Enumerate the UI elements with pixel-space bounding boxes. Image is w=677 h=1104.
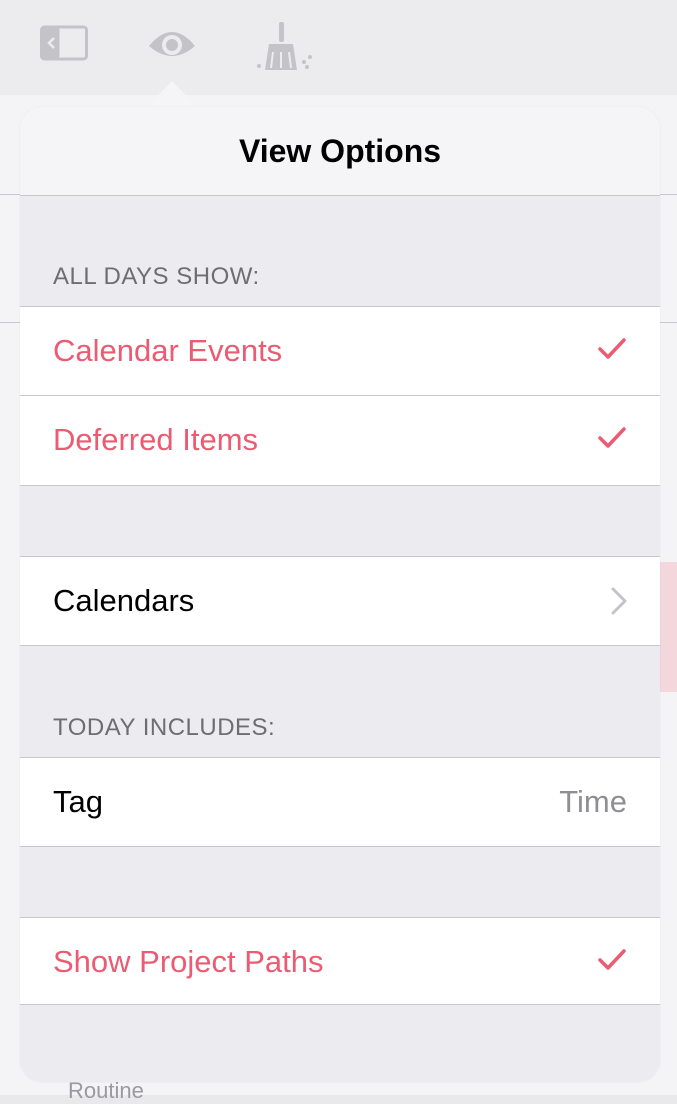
row-label: Deferred Items (53, 422, 259, 457)
row-show-project-paths[interactable]: Show Project Paths (20, 917, 660, 1005)
background-highlight (660, 562, 677, 692)
checkmark-icon (598, 426, 626, 455)
row-deferred-items[interactable]: Deferred Items (20, 395, 660, 486)
sidebar-toggle-icon[interactable] (40, 22, 88, 67)
popover-header: View Options (20, 107, 660, 196)
section-header-today-includes: TODAY INCLUDES: (53, 714, 276, 741)
view-options-popover: View Options ALL DAYS SHOW: Calendar Eve… (20, 107, 660, 1082)
row-tag[interactable]: Tag Time (20, 757, 660, 847)
row-label: Calendar Events (53, 333, 283, 368)
row-label: Show Project Paths (53, 944, 324, 979)
popover-title: View Options (238, 133, 442, 169)
row-label: Tag (53, 784, 103, 819)
eye-icon[interactable] (147, 22, 197, 67)
row-calendar-events[interactable]: Calendar Events (20, 306, 660, 396)
checkmark-icon (598, 337, 626, 366)
row-calendars[interactable]: Calendars (20, 556, 660, 646)
broom-icon[interactable] (255, 20, 315, 77)
row-label: Calendars (53, 583, 195, 618)
checkmark-icon (598, 948, 626, 977)
row-detail: Time (559, 784, 627, 819)
chevron-right-icon (611, 587, 627, 620)
section-header-all-days-show: ALL DAYS SHOW: (53, 263, 260, 290)
toolbar (0, 0, 677, 95)
popover-arrow (146, 81, 198, 108)
